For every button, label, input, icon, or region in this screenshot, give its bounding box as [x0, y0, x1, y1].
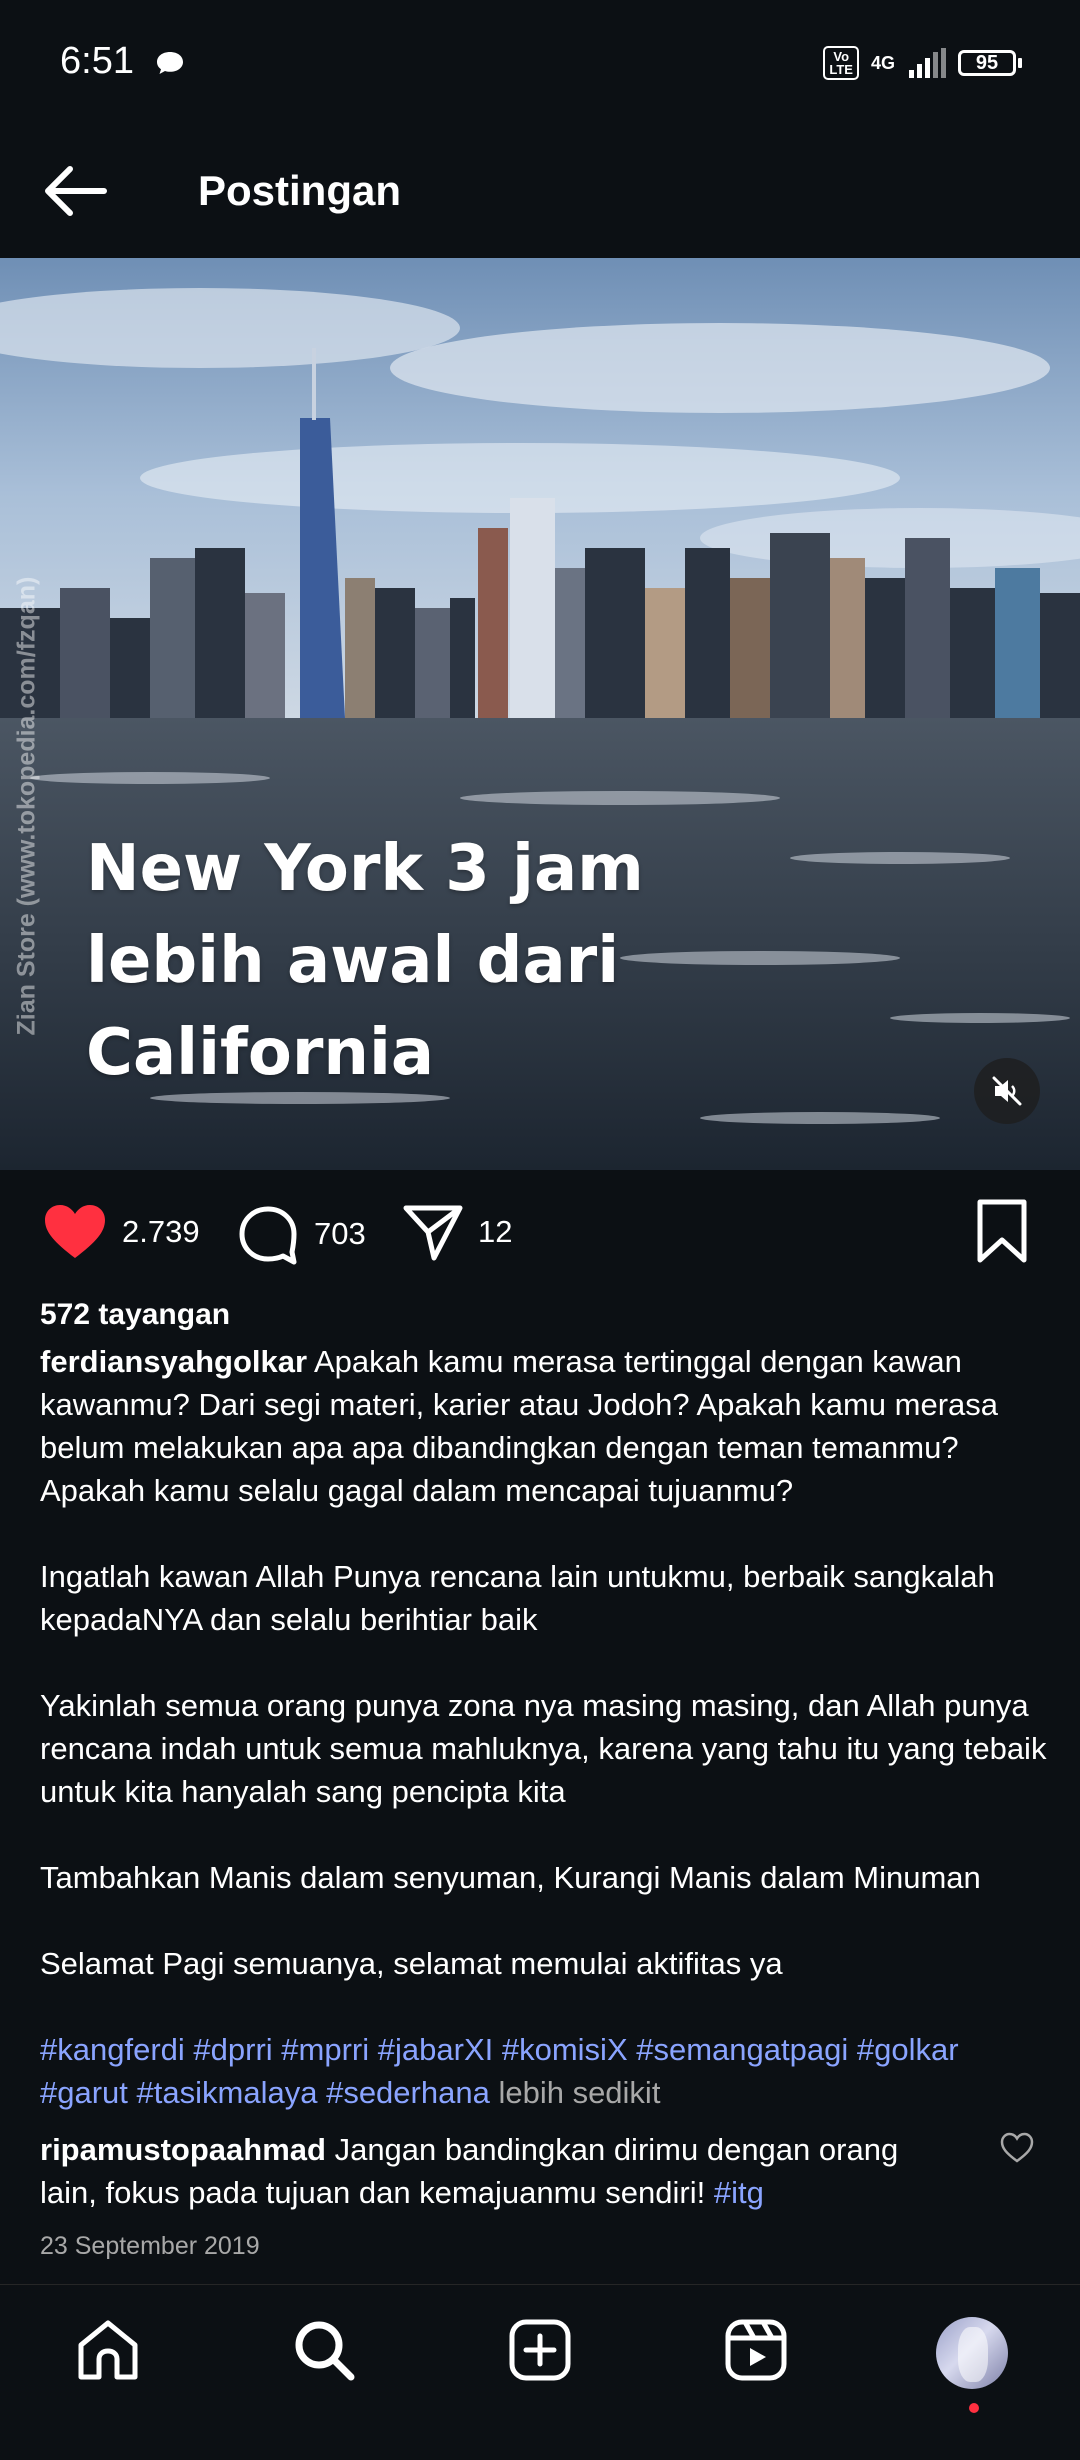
hashtag-link[interactable]: #dprri: [193, 2032, 272, 2067]
heart-filled-icon: [45, 1205, 105, 1258]
notification-dot: [969, 2403, 979, 2413]
status-bar: 6:51 Vo LTE 4G 95: [0, 0, 1080, 128]
watermark-text: Zian Store (www.tokopedia.com/fzqan): [12, 576, 41, 1036]
share-count: 12: [478, 1214, 513, 1249]
top-comment: ripamustopaahmad Jangan bandingkan dirim…: [40, 2128, 960, 2214]
caption-paragraph: ferdiansyahgolkar Apakah kamu merasa ter…: [40, 1340, 1050, 1512]
share-button[interactable]: 12: [402, 1202, 512, 1262]
comment-count: 703: [314, 1216, 366, 1251]
volte-icon: Vo LTE: [823, 46, 859, 80]
hashtag-link[interactable]: #mprri: [281, 2032, 369, 2067]
caption-paragraph: Tambahkan Manis dalam senyuman, Kurangi …: [40, 1860, 981, 1895]
like-count: 2.739: [122, 1214, 200, 1249]
show-less-link[interactable]: lebih sedikit: [498, 2075, 660, 2110]
nav-reels[interactable]: [648, 2285, 864, 2460]
bottom-nav: [0, 2285, 1080, 2460]
status-indicators: Vo LTE 4G 95: [823, 46, 1022, 80]
top-bar: Postingan: [0, 128, 1080, 258]
reels-icon: [725, 2319, 787, 2381]
hashtag-link[interactable]: #sederhana: [326, 2075, 490, 2110]
hashtag-link[interactable]: #semangatpagi: [636, 2032, 848, 2067]
hashtag-link[interactable]: #garut: [40, 2075, 128, 2110]
post-caption: ferdiansyahgolkar Apakah kamu merasa ter…: [40, 1340, 1050, 2114]
battery-level: 95: [958, 50, 1016, 76]
nav-create[interactable]: [432, 2285, 648, 2460]
send-paper-plane-icon: [403, 1205, 463, 1261]
message-notification-icon: [157, 52, 183, 74]
comment-bubble-icon: [239, 1206, 297, 1265]
bookmark-icon[interactable]: [974, 1198, 1030, 1264]
comment-button[interactable]: 703: [236, 1202, 366, 1266]
post-username[interactable]: ferdiansyahgolkar: [40, 1344, 307, 1379]
nav-profile[interactable]: [864, 2285, 1080, 2460]
caption-paragraph: Selamat Pagi semuanya, selamat memulai a…: [40, 1946, 783, 1981]
comment-like-heart-icon[interactable]: [1000, 2132, 1034, 2164]
comment-hashtag[interactable]: #itg: [714, 2175, 764, 2210]
post-date: 23 September 2019: [40, 2232, 260, 2260]
create-post-icon: [509, 2319, 571, 2381]
page-title: Postingan: [198, 167, 402, 214]
back-arrow-icon[interactable]: [40, 158, 112, 224]
post-video[interactable]: New York 3 jam lebih awal dari Californi…: [0, 258, 1080, 1170]
network-type: 4G: [870, 52, 895, 73]
speaker-muted-icon: [992, 1076, 1022, 1106]
like-button[interactable]: 2.739: [42, 1202, 200, 1262]
nav-home[interactable]: [0, 2285, 216, 2460]
signal-icon: [909, 48, 946, 78]
hashtag-link[interactable]: #kangferdi: [40, 2032, 185, 2067]
hashtag-link[interactable]: #jabarXI: [378, 2032, 493, 2067]
nav-search[interactable]: [216, 2285, 432, 2460]
caption-paragraph: Yakinlah semua orang punya zona nya masi…: [40, 1688, 1047, 1809]
hashtag-link[interactable]: #komisiX: [502, 2032, 628, 2067]
hashtag-link[interactable]: #tasikmalaya: [137, 2075, 318, 2110]
home-icon: [78, 2320, 138, 2380]
hashtag-list: #kangferdi #dprri #mprri #jabarXI #komis…: [40, 2028, 1050, 2114]
mute-button[interactable]: [974, 1058, 1040, 1124]
video-caption-text: New York 3 jam lebih awal dari Californi…: [86, 832, 644, 1090]
search-icon: [295, 2321, 355, 2381]
hashtag-link[interactable]: #golkar: [857, 2032, 959, 2067]
battery-icon: 95: [958, 50, 1022, 76]
profile-avatar: [936, 2317, 1008, 2389]
caption-paragraph: Ingatlah kawan Allah Punya rencana lain …: [40, 1559, 995, 1637]
view-count: 572 tayangan: [40, 1298, 231, 1331]
comment-username[interactable]: ripamustopaahmad: [40, 2132, 326, 2167]
status-time: 6:51: [60, 40, 134, 82]
post-actions: 2.739 703 12: [0, 1172, 1080, 1294]
